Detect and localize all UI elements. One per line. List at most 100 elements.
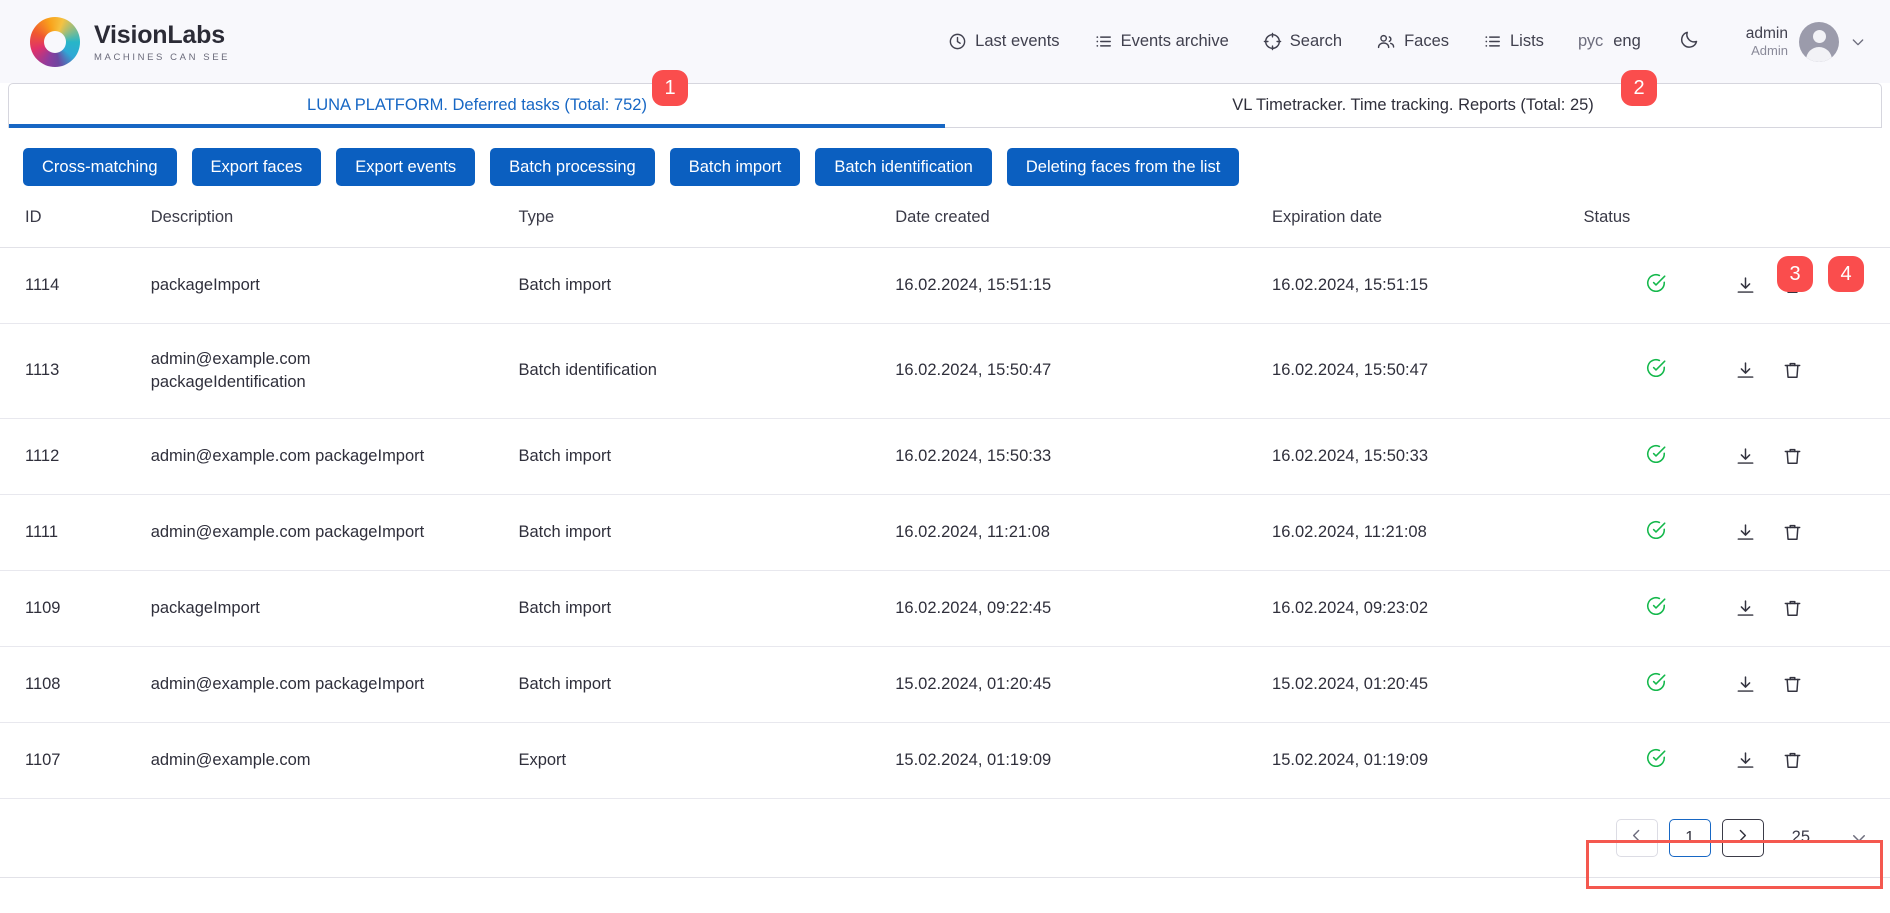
cell-description: packageImport	[151, 570, 519, 646]
nav-label: Search	[1290, 32, 1342, 51]
clock-icon	[948, 32, 967, 51]
cell-id: 1111	[0, 494, 151, 570]
download-icon[interactable]	[1735, 446, 1756, 467]
column-header-description[interactable]: Description	[151, 204, 519, 248]
batch-import-button[interactable]: Batch import	[670, 148, 801, 186]
nav-item-events-archive[interactable]: Events archive	[1094, 32, 1229, 51]
batch-processing-button[interactable]: Batch processing	[490, 148, 655, 186]
table-row[interactable]: 1109 packageImport Batch import 16.02.20…	[0, 570, 1890, 646]
cell-id: 1108	[0, 646, 151, 722]
cell-actions	[1729, 570, 1890, 646]
column-header-expiration-date[interactable]: Expiration date	[1272, 204, 1583, 248]
nav-item-lists[interactable]: Lists	[1483, 32, 1544, 51]
pagination-prev-button[interactable]	[1616, 819, 1658, 857]
cell-status	[1583, 248, 1729, 324]
tabs-container: LUNA PLATFORM. Deferred tasks (Total: 75…	[0, 83, 1890, 128]
user-name: admin	[1746, 24, 1788, 43]
column-header-status[interactable]: Status	[1583, 204, 1729, 248]
page-size-select[interactable]: 25	[1792, 828, 1868, 847]
chevron-right-icon	[1734, 827, 1751, 849]
column-header-id[interactable]: ID	[0, 204, 151, 248]
cell-id: 1109	[0, 570, 151, 646]
download-icon[interactable]	[1735, 275, 1756, 296]
deferred-tasks-table: ID Description Type Date created Expirat…	[0, 204, 1890, 799]
user-meta: admin Admin	[1746, 24, 1788, 60]
table-row[interactable]: 1113 admin@example.com packageIdentifica…	[0, 324, 1890, 419]
tab-vl-timetracker-reports[interactable]: VL Timetracker. Time tracking. Reports (…	[945, 84, 1881, 127]
nav-label: Faces	[1404, 32, 1449, 51]
people-icon	[1376, 32, 1396, 51]
brand-tagline: MACHINES CAN SEE	[94, 53, 230, 63]
action-button-bar: Cross-matching Export faces Export event…	[0, 128, 1890, 204]
chevron-left-icon	[1628, 827, 1645, 849]
language-switcher: рус eng	[1578, 32, 1641, 51]
download-icon[interactable]	[1735, 522, 1756, 543]
export-events-button[interactable]: Export events	[336, 148, 475, 186]
cell-description: admin@example.com	[151, 722, 519, 798]
trash-icon[interactable]	[1782, 360, 1803, 381]
batch-identification-button[interactable]: Batch identification	[815, 148, 992, 186]
cell-type: Batch import	[518, 248, 895, 324]
row-action-group	[1729, 360, 1890, 381]
trash-icon[interactable]	[1782, 598, 1803, 619]
table-row[interactable]: 1112 admin@example.com packageImport Bat…	[0, 418, 1890, 494]
cell-date-created: 15.02.2024, 01:20:45	[895, 646, 1272, 722]
theme-toggle-button[interactable]	[1675, 29, 1704, 55]
cell-expiration-date: 16.02.2024, 09:23:02	[1272, 570, 1583, 646]
cell-id: 1114	[0, 248, 151, 324]
download-icon[interactable]	[1735, 598, 1756, 619]
brand-name: VisionLabs	[94, 23, 230, 48]
cell-type: Export	[518, 722, 895, 798]
check-circle-icon	[1645, 595, 1667, 622]
cell-status	[1583, 324, 1729, 419]
cell-description: admin@example.com packageIdentification	[151, 324, 519, 419]
cell-status	[1583, 494, 1729, 570]
column-header-date-created[interactable]: Date created	[895, 204, 1272, 248]
cell-type: Batch import	[518, 494, 895, 570]
cell-date-created: 16.02.2024, 15:51:15	[895, 248, 1272, 324]
tab-luna-platform-deferred-tasks[interactable]: LUNA PLATFORM. Deferred tasks (Total: 75…	[9, 84, 945, 127]
moon-icon	[1679, 29, 1700, 55]
table-row[interactable]: 1111 admin@example.com packageImport Bat…	[0, 494, 1890, 570]
chevron-down-icon	[1850, 34, 1866, 50]
cell-status	[1583, 570, 1729, 646]
cross-matching-button[interactable]: Cross-matching	[23, 148, 177, 186]
bottom-divider	[0, 877, 1890, 878]
tab-bar: LUNA PLATFORM. Deferred tasks (Total: 75…	[8, 83, 1882, 128]
nav-item-search[interactable]: Search	[1263, 32, 1342, 51]
cell-id: 1112	[0, 418, 151, 494]
cell-expiration-date: 15.02.2024, 01:20:45	[1272, 646, 1583, 722]
cell-type: Batch import	[518, 646, 895, 722]
brand-logo[interactable]: VisionLabs MACHINES CAN SEE	[30, 17, 230, 67]
user-role: Admin	[1746, 43, 1788, 59]
cell-description: admin@example.com packageImport	[151, 494, 519, 570]
language-option-ru[interactable]: рус	[1578, 32, 1603, 51]
trash-icon[interactable]	[1782, 674, 1803, 695]
cell-date-created: 16.02.2024, 15:50:33	[895, 418, 1272, 494]
pagination-bar: 1 25	[0, 799, 1890, 877]
cell-date-created: 16.02.2024, 15:50:47	[895, 324, 1272, 419]
nav-item-last-events[interactable]: Last events	[948, 32, 1059, 51]
nav-item-faces[interactable]: Faces	[1376, 32, 1449, 51]
trash-icon[interactable]	[1782, 446, 1803, 467]
pagination-page-1-button[interactable]: 1	[1669, 819, 1711, 857]
export-faces-button[interactable]: Export faces	[192, 148, 322, 186]
pagination-next-button[interactable]	[1722, 819, 1764, 857]
user-menu[interactable]: admin Admin	[1746, 22, 1866, 62]
cell-status	[1583, 722, 1729, 798]
trash-icon[interactable]	[1782, 750, 1803, 771]
cell-expiration-date: 16.02.2024, 15:51:15	[1272, 248, 1583, 324]
table-row[interactable]: 1108 admin@example.com packageImport Bat…	[0, 646, 1890, 722]
language-option-en[interactable]: eng	[1613, 32, 1641, 51]
trash-icon[interactable]	[1782, 522, 1803, 543]
download-icon[interactable]	[1735, 674, 1756, 695]
table-row[interactable]: 1114 packageImport Batch import 16.02.20…	[0, 248, 1890, 324]
cell-expiration-date: 16.02.2024, 15:50:47	[1272, 324, 1583, 419]
download-icon[interactable]	[1735, 750, 1756, 771]
column-header-type[interactable]: Type	[518, 204, 895, 248]
check-circle-icon	[1645, 272, 1667, 299]
download-icon[interactable]	[1735, 360, 1756, 381]
cell-actions	[1729, 646, 1890, 722]
deleting-faces-from-list-button[interactable]: Deleting faces from the list	[1007, 148, 1239, 186]
table-row[interactable]: 1107 admin@example.com Export 15.02.2024…	[0, 722, 1890, 798]
